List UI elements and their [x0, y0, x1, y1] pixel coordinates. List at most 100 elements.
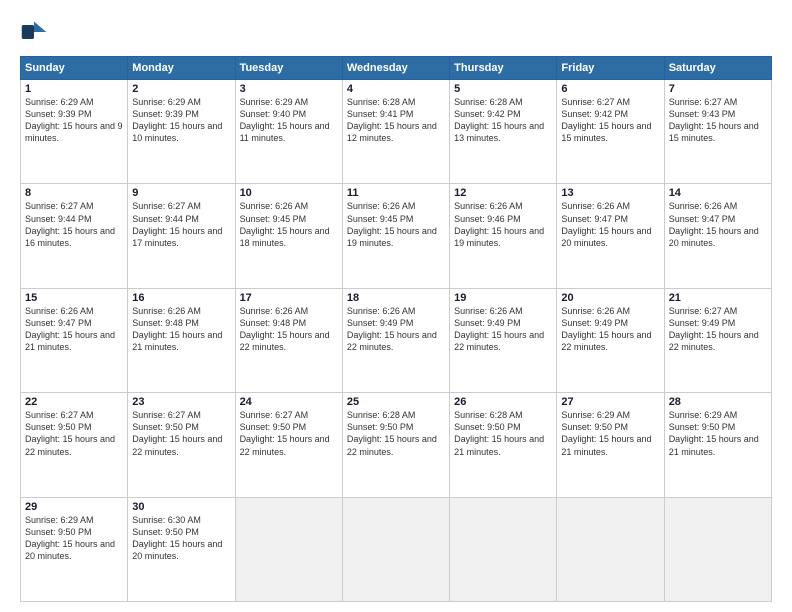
- sunset-label: Sunset: 9:47 PM: [25, 318, 92, 328]
- day-number: 7: [669, 83, 767, 95]
- day-info: Sunrise: 6:28 AM Sunset: 9:42 PM Dayligh…: [454, 96, 552, 145]
- day-info: Sunrise: 6:28 AM Sunset: 9:50 PM Dayligh…: [347, 409, 445, 458]
- day-number: 17: [240, 292, 338, 304]
- day-info: Sunrise: 6:26 AM Sunset: 9:46 PM Dayligh…: [454, 200, 552, 249]
- calendar-week-row: 1 Sunrise: 6:29 AM Sunset: 9:39 PM Dayli…: [21, 80, 772, 184]
- sunrise-label: Sunrise: 6:26 AM: [561, 306, 630, 316]
- daylight-label: Daylight: 15 hours and 21 minutes.: [132, 330, 222, 352]
- logo: [20, 18, 52, 46]
- daylight-label: Daylight: 15 hours and 21 minutes.: [669, 434, 759, 456]
- day-info: Sunrise: 6:30 AM Sunset: 9:50 PM Dayligh…: [132, 514, 230, 563]
- daylight-label: Daylight: 15 hours and 21 minutes.: [561, 434, 651, 456]
- day-number: 13: [561, 187, 659, 199]
- day-info: Sunrise: 6:26 AM Sunset: 9:45 PM Dayligh…: [347, 200, 445, 249]
- sunrise-label: Sunrise: 6:29 AM: [132, 97, 201, 107]
- sunrise-label: Sunrise: 6:26 AM: [454, 306, 523, 316]
- day-info: Sunrise: 6:29 AM Sunset: 9:39 PM Dayligh…: [132, 96, 230, 145]
- sunrise-label: Sunrise: 6:27 AM: [132, 410, 201, 420]
- calendar-day-cell: 17 Sunrise: 6:26 AM Sunset: 9:48 PM Dayl…: [235, 288, 342, 392]
- sunset-label: Sunset: 9:39 PM: [25, 109, 92, 119]
- day-info: Sunrise: 6:26 AM Sunset: 9:48 PM Dayligh…: [240, 305, 338, 354]
- calendar-day-cell: 25 Sunrise: 6:28 AM Sunset: 9:50 PM Dayl…: [342, 393, 449, 497]
- calendar-week-row: 8 Sunrise: 6:27 AM Sunset: 9:44 PM Dayli…: [21, 184, 772, 288]
- sunrise-label: Sunrise: 6:26 AM: [454, 201, 523, 211]
- sunset-label: Sunset: 9:49 PM: [669, 318, 736, 328]
- daylight-label: Daylight: 15 hours and 22 minutes.: [561, 330, 651, 352]
- daylight-label: Daylight: 15 hours and 22 minutes.: [240, 434, 330, 456]
- day-number: 4: [347, 83, 445, 95]
- daylight-label: Daylight: 15 hours and 22 minutes.: [347, 434, 437, 456]
- top-section: [20, 18, 772, 46]
- day-number: 9: [132, 187, 230, 199]
- header-day: Wednesday: [342, 57, 449, 80]
- sunrise-label: Sunrise: 6:26 AM: [347, 306, 416, 316]
- daylight-label: Daylight: 15 hours and 20 minutes.: [132, 539, 222, 561]
- calendar-day-cell: 2 Sunrise: 6:29 AM Sunset: 9:39 PM Dayli…: [128, 80, 235, 184]
- day-number: 12: [454, 187, 552, 199]
- day-info: Sunrise: 6:27 AM Sunset: 9:50 PM Dayligh…: [240, 409, 338, 458]
- sunset-label: Sunset: 9:50 PM: [561, 422, 628, 432]
- calendar-day-cell: [342, 497, 449, 601]
- day-info: Sunrise: 6:27 AM Sunset: 9:50 PM Dayligh…: [25, 409, 123, 458]
- sunset-label: Sunset: 9:47 PM: [561, 214, 628, 224]
- calendar-day-cell: 27 Sunrise: 6:29 AM Sunset: 9:50 PM Dayl…: [557, 393, 664, 497]
- day-number: 6: [561, 83, 659, 95]
- daylight-label: Daylight: 15 hours and 13 minutes.: [454, 121, 544, 143]
- sunset-label: Sunset: 9:50 PM: [132, 422, 199, 432]
- sunset-label: Sunset: 9:49 PM: [561, 318, 628, 328]
- day-info: Sunrise: 6:29 AM Sunset: 9:40 PM Dayligh…: [240, 96, 338, 145]
- calendar-day-cell: 21 Sunrise: 6:27 AM Sunset: 9:49 PM Dayl…: [664, 288, 771, 392]
- daylight-label: Daylight: 15 hours and 20 minutes.: [669, 226, 759, 248]
- header-day: Thursday: [450, 57, 557, 80]
- sunrise-label: Sunrise: 6:29 AM: [240, 97, 309, 107]
- sunset-label: Sunset: 9:40 PM: [240, 109, 307, 119]
- calendar-day-cell: 1 Sunrise: 6:29 AM Sunset: 9:39 PM Dayli…: [21, 80, 128, 184]
- day-number: 27: [561, 396, 659, 408]
- sunset-label: Sunset: 9:44 PM: [132, 214, 199, 224]
- day-info: Sunrise: 6:27 AM Sunset: 9:49 PM Dayligh…: [669, 305, 767, 354]
- calendar-day-cell: 4 Sunrise: 6:28 AM Sunset: 9:41 PM Dayli…: [342, 80, 449, 184]
- daylight-label: Daylight: 15 hours and 17 minutes.: [132, 226, 222, 248]
- daylight-label: Daylight: 15 hours and 15 minutes.: [669, 121, 759, 143]
- daylight-label: Daylight: 15 hours and 18 minutes.: [240, 226, 330, 248]
- day-info: Sunrise: 6:26 AM Sunset: 9:47 PM Dayligh…: [561, 200, 659, 249]
- sunset-label: Sunset: 9:42 PM: [561, 109, 628, 119]
- calendar-day-cell: 29 Sunrise: 6:29 AM Sunset: 9:50 PM Dayl…: [21, 497, 128, 601]
- daylight-label: Daylight: 15 hours and 10 minutes.: [132, 121, 222, 143]
- sunset-label: Sunset: 9:45 PM: [347, 214, 414, 224]
- sunset-label: Sunset: 9:48 PM: [132, 318, 199, 328]
- day-info: Sunrise: 6:26 AM Sunset: 9:47 PM Dayligh…: [669, 200, 767, 249]
- sunrise-label: Sunrise: 6:26 AM: [669, 201, 738, 211]
- calendar-day-cell: 18 Sunrise: 6:26 AM Sunset: 9:49 PM Dayl…: [342, 288, 449, 392]
- daylight-label: Daylight: 15 hours and 22 minutes.: [454, 330, 544, 352]
- day-number: 25: [347, 396, 445, 408]
- daylight-label: Daylight: 15 hours and 21 minutes.: [25, 330, 115, 352]
- daylight-label: Daylight: 15 hours and 20 minutes.: [561, 226, 651, 248]
- calendar-day-cell: 23 Sunrise: 6:27 AM Sunset: 9:50 PM Dayl…: [128, 393, 235, 497]
- calendar-day-cell: 6 Sunrise: 6:27 AM Sunset: 9:42 PM Dayli…: [557, 80, 664, 184]
- header-day: Sunday: [21, 57, 128, 80]
- sunrise-label: Sunrise: 6:26 AM: [132, 306, 201, 316]
- daylight-label: Daylight: 15 hours and 11 minutes.: [240, 121, 330, 143]
- sunset-label: Sunset: 9:50 PM: [454, 422, 521, 432]
- day-info: Sunrise: 6:29 AM Sunset: 9:50 PM Dayligh…: [25, 514, 123, 563]
- sunset-label: Sunset: 9:43 PM: [669, 109, 736, 119]
- day-info: Sunrise: 6:29 AM Sunset: 9:39 PM Dayligh…: [25, 96, 123, 145]
- daylight-label: Daylight: 15 hours and 22 minutes.: [669, 330, 759, 352]
- day-info: Sunrise: 6:26 AM Sunset: 9:49 PM Dayligh…: [561, 305, 659, 354]
- calendar-day-cell: 30 Sunrise: 6:30 AM Sunset: 9:50 PM Dayl…: [128, 497, 235, 601]
- sunset-label: Sunset: 9:48 PM: [240, 318, 307, 328]
- sunset-label: Sunset: 9:50 PM: [132, 527, 199, 537]
- sunset-label: Sunset: 9:50 PM: [669, 422, 736, 432]
- calendar-day-cell: 14 Sunrise: 6:26 AM Sunset: 9:47 PM Dayl…: [664, 184, 771, 288]
- day-number: 3: [240, 83, 338, 95]
- sunset-label: Sunset: 9:47 PM: [669, 214, 736, 224]
- daylight-label: Daylight: 15 hours and 19 minutes.: [347, 226, 437, 248]
- sunrise-label: Sunrise: 6:27 AM: [132, 201, 201, 211]
- day-number: 22: [25, 396, 123, 408]
- calendar-day-cell: [235, 497, 342, 601]
- header-day: Monday: [128, 57, 235, 80]
- day-info: Sunrise: 6:26 AM Sunset: 9:49 PM Dayligh…: [347, 305, 445, 354]
- sunrise-label: Sunrise: 6:26 AM: [240, 201, 309, 211]
- day-number: 19: [454, 292, 552, 304]
